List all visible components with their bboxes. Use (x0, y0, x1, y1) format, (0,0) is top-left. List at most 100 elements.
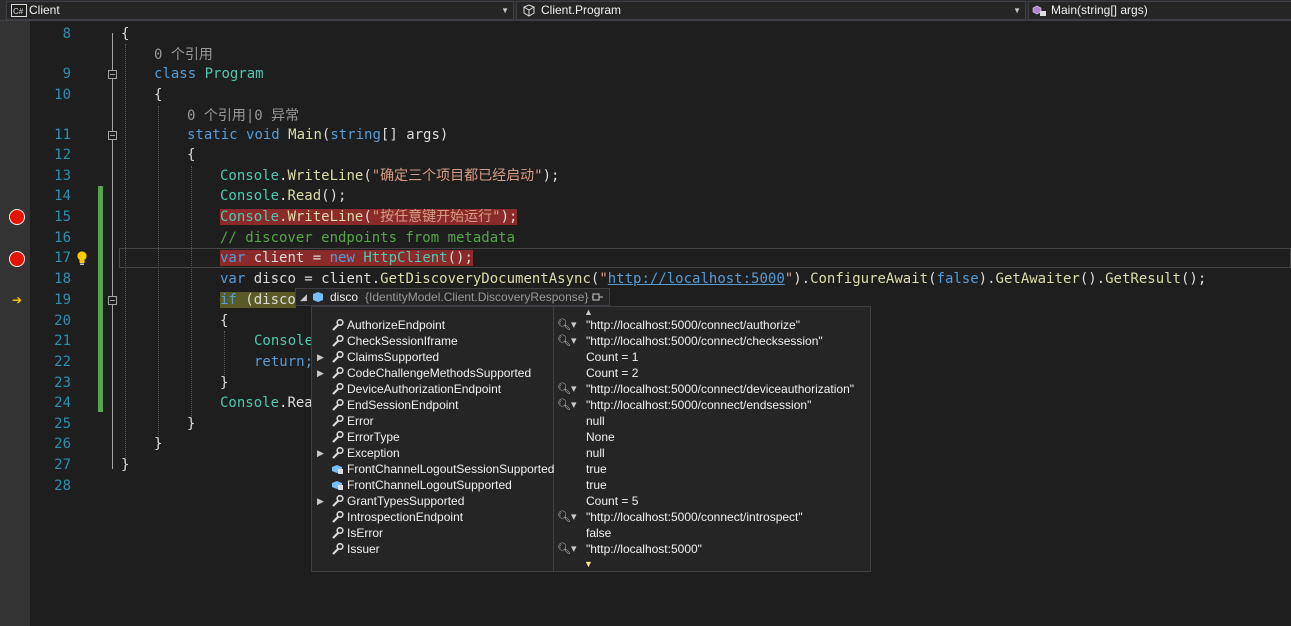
property-name: AuthorizeEndpoint (347, 318, 446, 332)
datatip-row[interactable]: Error null (312, 413, 870, 429)
datatip-row[interactable]: ▶ Exception null (312, 445, 870, 461)
property-value[interactable]: "http://localhost:5000/connect/deviceaut… (586, 381, 854, 397)
code-line-24[interactable]: Console.Rea (220, 393, 313, 413)
property-name: FrontChannelLogoutSupported (347, 478, 512, 492)
url-link[interactable]: http://localhost:5000 (608, 271, 785, 287)
member-name: Main(string[] args) (1051, 3, 1148, 17)
indent-guide (191, 166, 192, 428)
property-value[interactable]: "http://localhost:5000/connect/introspec… (586, 509, 803, 525)
collapse-toggle[interactable] (108, 70, 117, 79)
property-value[interactable]: "http://localhost:5000/connect/authorize… (586, 317, 800, 333)
magnifier-icon[interactable]: 🔍︎▾ (557, 317, 577, 333)
wrench-icon (332, 415, 344, 427)
datatip-row[interactable]: EndSessionEndpoint 🔍︎▾ "http://localhost… (312, 397, 870, 413)
datatip-row[interactable]: FrontChannelLogoutSupported true (312, 477, 870, 493)
line-number: 27 (54, 457, 71, 473)
datatip-panel: ▲ AuthorizeEndpoint 🔍︎▾ "http://localhos… (311, 306, 871, 572)
code-token: [] args) (380, 127, 449, 143)
wrench-icon (332, 527, 344, 539)
datatip-row[interactable]: CheckSessionIframe 🔍︎▾ "http://localhost… (312, 333, 870, 349)
code-line-15[interactable]: Console.WriteLine("按任意键开始运行"); (220, 207, 518, 227)
datatip-row[interactable]: IntrospectionEndpoint 🔍︎▾ "http://localh… (312, 509, 870, 525)
code-line-22[interactable]: return; (254, 352, 313, 372)
datatip-row[interactable]: IsError false (312, 525, 870, 541)
collapse-toggle[interactable] (108, 296, 117, 305)
code-line-23[interactable]: } (220, 373, 228, 393)
code-token: return; (254, 354, 314, 370)
property-value[interactable]: "http://localhost:5000/connect/checksess… (586, 333, 823, 349)
property-name: Issuer (347, 542, 380, 556)
property-value[interactable]: Count = 5 (586, 493, 638, 509)
code-token: GetAwaiter (995, 271, 1080, 287)
code-line-11[interactable]: static void Main(string[] args) (187, 125, 448, 145)
member-dropdown[interactable]: Main(string[] args) (1028, 1, 1291, 20)
code-line-12[interactable]: { (187, 145, 195, 165)
wrench-icon (332, 383, 344, 395)
code-line-8[interactable]: { (121, 24, 129, 44)
property-value[interactable]: null (586, 413, 605, 429)
scroll-down-caret-icon[interactable]: ▼ (584, 560, 593, 569)
datatip-row[interactable]: DeviceAuthorizationEndpoint 🔍︎▾ "http://… (312, 381, 870, 397)
magnifier-icon[interactable]: 🔍︎▾ (557, 509, 577, 525)
project-dropdown[interactable]: C# Client ▼ (6, 1, 514, 20)
datatip-row[interactable]: ▶ GrantTypesSupported Count = 5 (312, 493, 870, 509)
code-token: { (154, 87, 163, 103)
property-value[interactable]: Count = 2 (586, 365, 638, 381)
code-line-9[interactable]: class Program (154, 64, 264, 84)
property-name: Exception (347, 446, 400, 460)
property-value[interactable]: "http://localhost:5000/connect/endsessio… (586, 397, 811, 413)
codelens-references[interactable]: 0 个引用 (154, 44, 213, 64)
code-line-10[interactable]: { (154, 85, 162, 105)
expand-arrow-icon[interactable]: ▶ (317, 445, 324, 461)
lightbulb-icon[interactable] (75, 250, 89, 266)
code-line-26[interactable]: } (154, 434, 162, 454)
scroll-up-caret-icon[interactable]: ▲ (584, 308, 593, 317)
code-token: ( (928, 271, 937, 287)
property-value[interactable]: true (586, 477, 607, 493)
breakpoint-icon[interactable] (9, 209, 25, 225)
magnifier-icon[interactable]: 🔍︎▾ (557, 397, 577, 413)
datatip-row[interactable]: ▶ CodeChallengeMethodsSupported Count = … (312, 365, 870, 381)
code-token: ). (978, 271, 996, 287)
code-line-13[interactable]: Console.WriteLine("确定三个项目都已经启动"); (220, 166, 559, 186)
code-line-17[interactable]: var client = new HttpClient(); (220, 248, 473, 268)
code-line-16[interactable]: // discover endpoints from metadata (220, 228, 515, 248)
expand-arrow-icon[interactable]: ▶ (317, 493, 324, 509)
code-line-21[interactable]: Console (254, 331, 313, 351)
code-line-14[interactable]: Console.Read(); (220, 186, 346, 206)
code-line-27[interactable]: } (121, 455, 129, 475)
codelens-references[interactable]: 0 个引用|0 异常 (187, 105, 299, 125)
code-token: ConfigureAwait (810, 271, 929, 287)
property-value[interactable]: true (586, 461, 607, 477)
expand-arrow-icon[interactable]: ▶ (317, 349, 324, 365)
property-name: DeviceAuthorizationEndpoint (347, 382, 502, 396)
type-dropdown[interactable]: Client.Program ▼ (516, 1, 1026, 20)
magnifier-icon[interactable]: 🔍︎▾ (557, 333, 577, 349)
code-line-25[interactable]: } (187, 414, 195, 434)
property-value[interactable]: "http://localhost:5000" (586, 541, 702, 557)
property-value[interactable]: null (586, 445, 605, 461)
datatip-row[interactable]: Issuer 🔍︎▾ "http://localhost:5000" (312, 541, 870, 557)
datatip-row[interactable]: ▶ ClaimsSupported Count = 1 (312, 349, 870, 365)
expand-arrow-icon[interactable]: ▶ (317, 365, 324, 381)
line-number: 26 (54, 436, 71, 452)
property-value[interactable]: false (586, 525, 611, 541)
code-line-19[interactable]: if (disco (220, 290, 296, 310)
expand-collapse-icon[interactable]: ◢ (300, 289, 307, 305)
code-line-20[interactable]: { (220, 311, 228, 331)
datatip-header[interactable]: ◢ disco {IdentityModel.Client.DiscoveryR… (295, 288, 610, 306)
property-value[interactable]: Count = 1 (586, 349, 638, 365)
collapse-toggle[interactable] (108, 131, 117, 140)
magnifier-icon[interactable]: 🔍︎▾ (557, 381, 577, 397)
code-line-18[interactable]: var disco = client.GetDiscoveryDocumentA… (220, 269, 1206, 289)
breakpoint-icon[interactable] (9, 251, 25, 267)
datatip-row[interactable]: ErrorType None (312, 429, 870, 445)
glyph-margin[interactable] (0, 21, 30, 626)
datatip-row[interactable]: FrontChannelLogoutSessionSupported true (312, 461, 870, 477)
datatip-row[interactable]: AuthorizeEndpoint 🔍︎▾ "http://localhost:… (312, 317, 870, 333)
property-value[interactable]: None (586, 429, 615, 445)
wrench-icon (332, 399, 344, 411)
magnifier-icon[interactable]: 🔍︎▾ (557, 541, 577, 557)
property-name: IsError (347, 526, 383, 540)
pin-icon[interactable] (592, 292, 604, 302)
